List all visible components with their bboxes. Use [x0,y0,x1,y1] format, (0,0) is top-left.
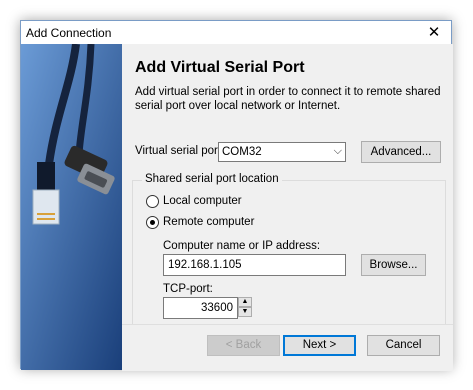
next-button[interactable]: Next > [283,335,356,356]
wizard-content: Add Virtual Serial Port Add virtual seri… [122,44,453,330]
add-connection-dialog: Add Connection ✕ Add Virtual Serial Port… [20,20,453,371]
tcp-port-input[interactable]: 33600 [163,297,238,319]
browse-button[interactable]: Browse... [361,254,426,276]
host-value: 192.168.1.105 [168,259,242,271]
radio-selected-dot [150,220,155,225]
close-button[interactable]: ✕ [417,21,451,44]
advanced-button[interactable]: Advanced... [361,141,441,163]
local-computer-label[interactable]: Local computer [163,195,242,207]
local-computer-radio[interactable] [146,195,159,208]
page-description: Add virtual serial port in order to conn… [135,86,441,112]
cancel-button[interactable]: Cancel [367,335,440,356]
remote-computer-label[interactable]: Remote computer [163,216,254,228]
tcp-port-label: TCP-port: [163,283,213,295]
remote-computer-radio[interactable] [146,216,159,229]
serial-port-value: COM32 [222,146,262,158]
close-icon: ✕ [427,24,441,41]
stepper-up-icon[interactable]: ▲ [238,297,252,307]
title-bar: Add Connection ✕ [21,21,451,44]
window-title: Add Connection [26,26,112,40]
page-title: Add Virtual Serial Port [135,59,305,76]
serial-port-select[interactable]: COM32 ⌵ [218,142,346,162]
chevron-down-icon: ⌵ [333,145,342,157]
serial-cable-image [21,44,122,370]
tcp-port-stepper[interactable]: ▲ ▼ [238,297,252,318]
stepper-down-icon[interactable]: ▼ [238,307,252,317]
back-button[interactable]: < Back [207,335,280,356]
tcp-port-value: 33600 [201,302,233,314]
host-label: Computer name or IP address: [163,240,321,252]
banner-image [21,44,122,370]
port-label: Virtual serial port: [135,145,225,157]
host-input[interactable]: 192.168.1.105 [163,254,346,276]
location-group-title: Shared serial port location [142,173,282,185]
footer-bar: < Back Next > Cancel [122,324,453,371]
